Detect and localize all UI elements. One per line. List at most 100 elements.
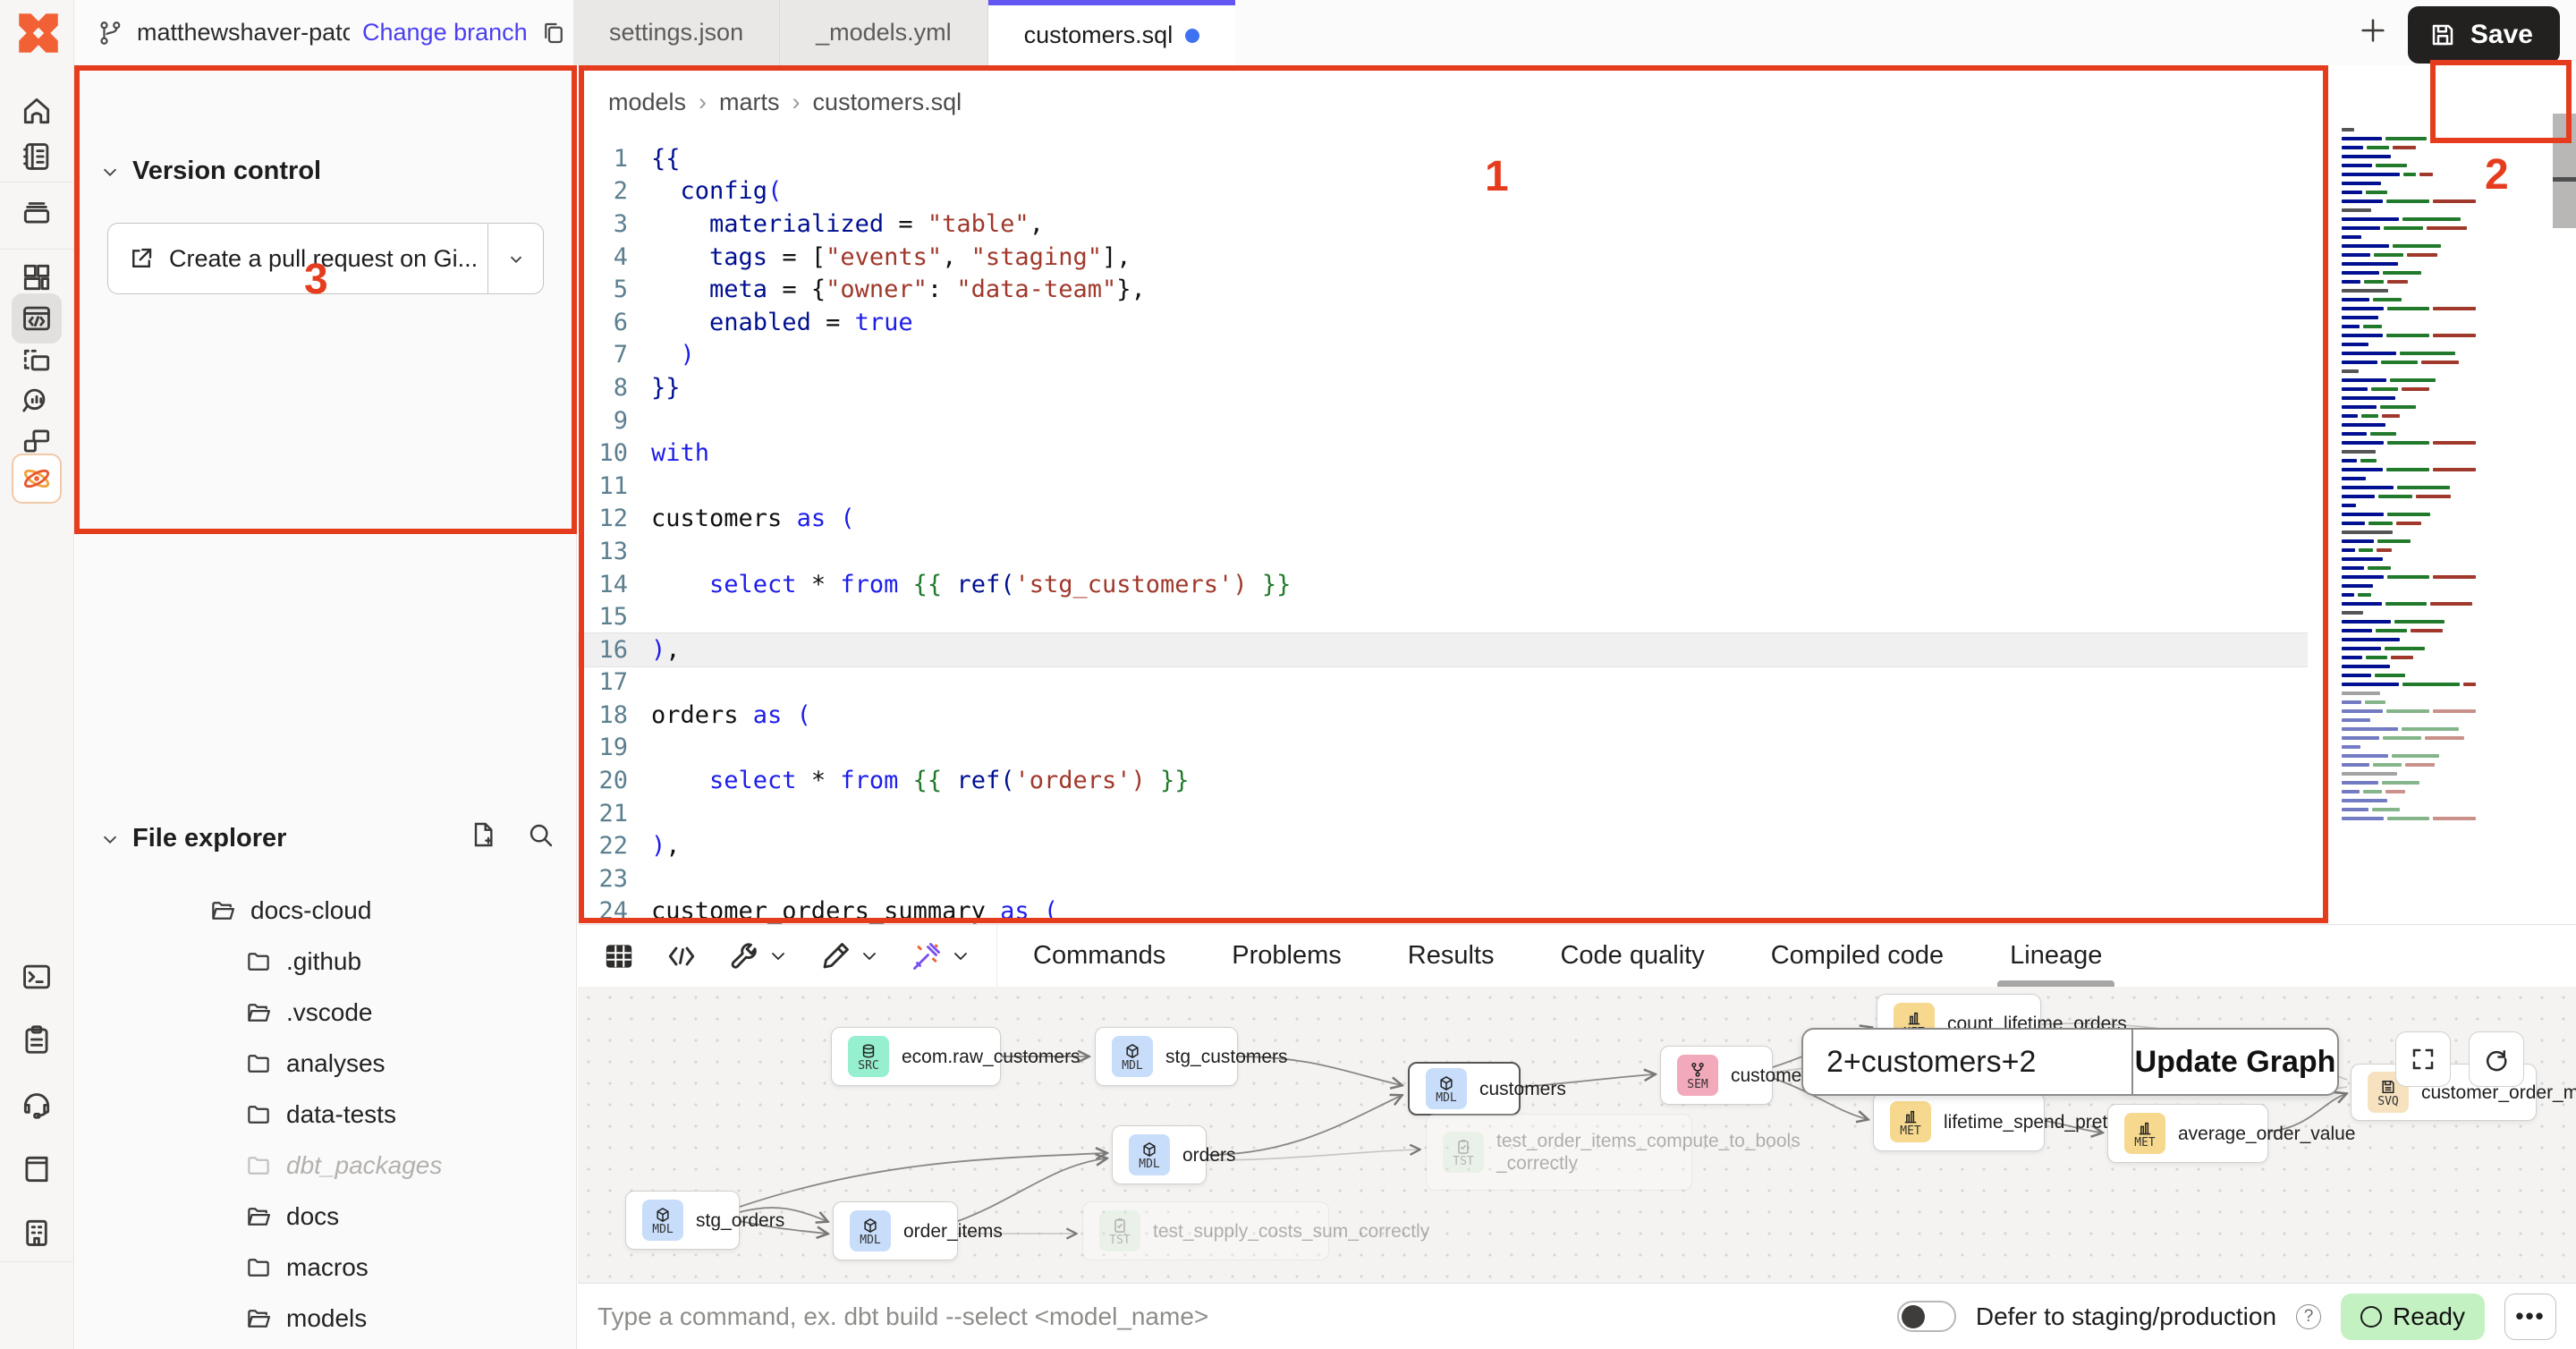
search-icon[interactable] (526, 820, 555, 849)
tree-item-.vscode[interactable]: .vscode (75, 987, 576, 1038)
help-icon[interactable]: ? (2296, 1304, 2321, 1329)
panel-tab-problems[interactable]: Problems (1232, 925, 1342, 987)
panel-tab-results[interactable]: Results (1408, 925, 1495, 987)
results-table-icon[interactable] (603, 940, 635, 972)
lineage-node-customers[interactable]: SEMcustomers (1660, 1046, 1773, 1105)
build-wrench-icon[interactable] (728, 940, 789, 972)
left-icon-rail (0, 0, 74, 1349)
code-line-15[interactable]: 15 (578, 600, 2308, 633)
pr-button-dropdown[interactable] (487, 224, 543, 293)
tab-customers.sql[interactable]: customers.sql (988, 0, 1236, 65)
tree-item-docs-cloud[interactable]: docs-cloud (75, 885, 576, 936)
code-line-17[interactable]: 17 (578, 666, 2308, 700)
lineage-node-test_supply_costs_sum_correctly[interactable]: TSTtest_supply_costs_sum_correctly (1082, 1201, 1329, 1260)
version-control-header[interactable]: Version control (100, 157, 321, 186)
code-line-8[interactable]: 8}} (578, 371, 2308, 404)
command-input[interactable]: Type a command, ex. dbt build --select <… (578, 1302, 1897, 1331)
line-number: 4 (578, 243, 651, 271)
code-line-3[interactable]: 3 materialized = "table", (578, 208, 2308, 241)
archive-icon[interactable] (12, 187, 62, 237)
code-line-9[interactable]: 9 (578, 404, 2308, 437)
dbt-logo-icon[interactable] (13, 7, 64, 59)
code-editor[interactable]: models›marts›customers.sql 1{{2 config(3… (578, 65, 2576, 924)
lineage-graph[interactable]: SRCecom.raw_customers MDLstg_customers MDL… (578, 987, 2576, 1283)
book-icon[interactable] (12, 1144, 62, 1194)
code-line-4[interactable]: 4 tags = ["events", "staging"], (578, 241, 2308, 274)
code-line-22[interactable]: 22), (578, 829, 2308, 862)
breadcrumb-customers.sql[interactable]: customers.sql (813, 89, 962, 116)
panel-tab-compiled-code[interactable]: Compiled code (1771, 925, 1944, 987)
code-line-1[interactable]: 1{{ (578, 142, 2308, 175)
code-line-24[interactable]: 24customer_orders_summary as ( (578, 895, 2308, 929)
lineage-node-lifetime_spend_pretax[interactable]: METlifetime_spend_pretax (1873, 1092, 2045, 1151)
fullscreen-button[interactable] (2395, 1031, 2451, 1087)
code-line-20[interactable]: 20 select * from {{ ref('orders') }} (578, 764, 2308, 797)
change-branch-link[interactable]: Change branch (362, 19, 528, 47)
code-line-16[interactable]: 16), (578, 633, 2308, 666)
code-line-5[interactable]: 5 meta = {"owner": "data-team"}, (578, 273, 2308, 306)
annotation-label-1: 1 (1485, 152, 1509, 201)
new-file-icon[interactable] (469, 820, 497, 849)
code-view-icon[interactable] (665, 940, 698, 972)
code-editor-icon[interactable] (12, 293, 62, 344)
tree-item-.github[interactable]: .github (75, 936, 576, 987)
ai-wand-icon[interactable] (911, 940, 971, 972)
code-line-12[interactable]: 12customers as ( (578, 503, 2308, 536)
notebook-icon[interactable] (12, 132, 62, 182)
code-line-23[interactable]: 23 (578, 862, 2308, 895)
more-options-button[interactable]: ••• (2504, 1294, 2556, 1340)
code-line-18[interactable]: 18orders as ( (578, 699, 2308, 732)
copy-icon[interactable] (540, 20, 567, 47)
atom-icon[interactable] (12, 454, 62, 504)
building-icon[interactable] (12, 1208, 62, 1258)
refresh-button[interactable] (2469, 1031, 2524, 1087)
lineage-node-stg_orders[interactable]: MDLstg_orders (625, 1191, 740, 1250)
panel-tab-code-quality[interactable]: Code quality (1560, 925, 1704, 987)
panel-tab-commands[interactable]: Commands (1033, 925, 1165, 987)
tree-item-docs[interactable]: docs (75, 1191, 576, 1242)
branch-name[interactable]: matthewshaver-patc (137, 19, 350, 47)
save-button[interactable]: Save (2408, 6, 2560, 64)
met-badge-icon: MET (2124, 1113, 2165, 1154)
tree-item-models[interactable]: models (75, 1293, 576, 1344)
tree-item-dbt_packages[interactable]: dbt_packages (75, 1140, 576, 1191)
lineage-node-ecom.raw_customers[interactable]: SRCecom.raw_customers (831, 1027, 1001, 1086)
terminal-icon[interactable] (12, 952, 62, 1002)
code-line-2[interactable]: 2 config( (578, 175, 2308, 208)
lineage-node-test_order_items_compute_to_bools[interactable]: TSTtest_order_items_compute_to_bools _co… (1426, 1114, 1692, 1191)
code-line-10[interactable]: 10with (578, 437, 2308, 470)
code-line-7[interactable]: 7 ) (578, 339, 2308, 372)
top-bar: matthewshaver-patc Change branch setting… (74, 0, 2576, 65)
lineage-node-customers[interactable]: MDLcustomers (1408, 1062, 1521, 1116)
lineage-node-order_items[interactable]: MDLorder_items (833, 1201, 958, 1260)
defer-toggle[interactable] (1897, 1301, 1956, 1332)
tree-item-analyses[interactable]: analyses (75, 1038, 576, 1089)
editor-scrollbar[interactable] (2553, 114, 2576, 228)
panel-tab-lineage[interactable]: Lineage (2010, 925, 2102, 987)
code-line-11[interactable]: 11 (578, 470, 2308, 503)
minimap[interactable] (2342, 128, 2476, 924)
code-line-13[interactable]: 13 (578, 535, 2308, 568)
update-graph-button[interactable]: Update Graph (2133, 1030, 2337, 1094)
home-icon[interactable] (12, 86, 62, 136)
clipboard-icon[interactable] (12, 1014, 62, 1065)
headset-icon[interactable] (12, 1078, 62, 1128)
file-explorer-header[interactable]: File explorer (100, 824, 555, 853)
tab-_models.yml[interactable]: _models.yml (780, 0, 988, 65)
lineage-selector-input[interactable]: 2+customers+2 (1803, 1030, 2133, 1094)
lineage-node-average_order_value[interactable]: METaverage_order_value (2107, 1104, 2268, 1163)
code-line-14[interactable]: 14 select * from {{ ref('stg_customers')… (578, 568, 2308, 601)
code-line-21[interactable]: 21 (578, 797, 2308, 830)
tree-item-marts[interactable]: marts (75, 1344, 576, 1349)
format-icon[interactable] (819, 940, 880, 972)
breadcrumb-models[interactable]: models (608, 89, 686, 116)
lineage-node-orders[interactable]: MDLorders (1112, 1125, 1207, 1184)
code-line-6[interactable]: 6 enabled = true (578, 306, 2308, 339)
new-tab-plus-icon[interactable] (2358, 15, 2388, 50)
breadcrumb-marts[interactable]: marts (719, 89, 780, 116)
tree-item-data-tests[interactable]: data-tests (75, 1089, 576, 1140)
code-line-19[interactable]: 19 (578, 732, 2308, 765)
tab-settings.json[interactable]: settings.json (573, 0, 780, 65)
tree-item-macros[interactable]: macros (75, 1242, 576, 1293)
lineage-node-stg_customers[interactable]: MDLstg_customers (1095, 1027, 1238, 1086)
